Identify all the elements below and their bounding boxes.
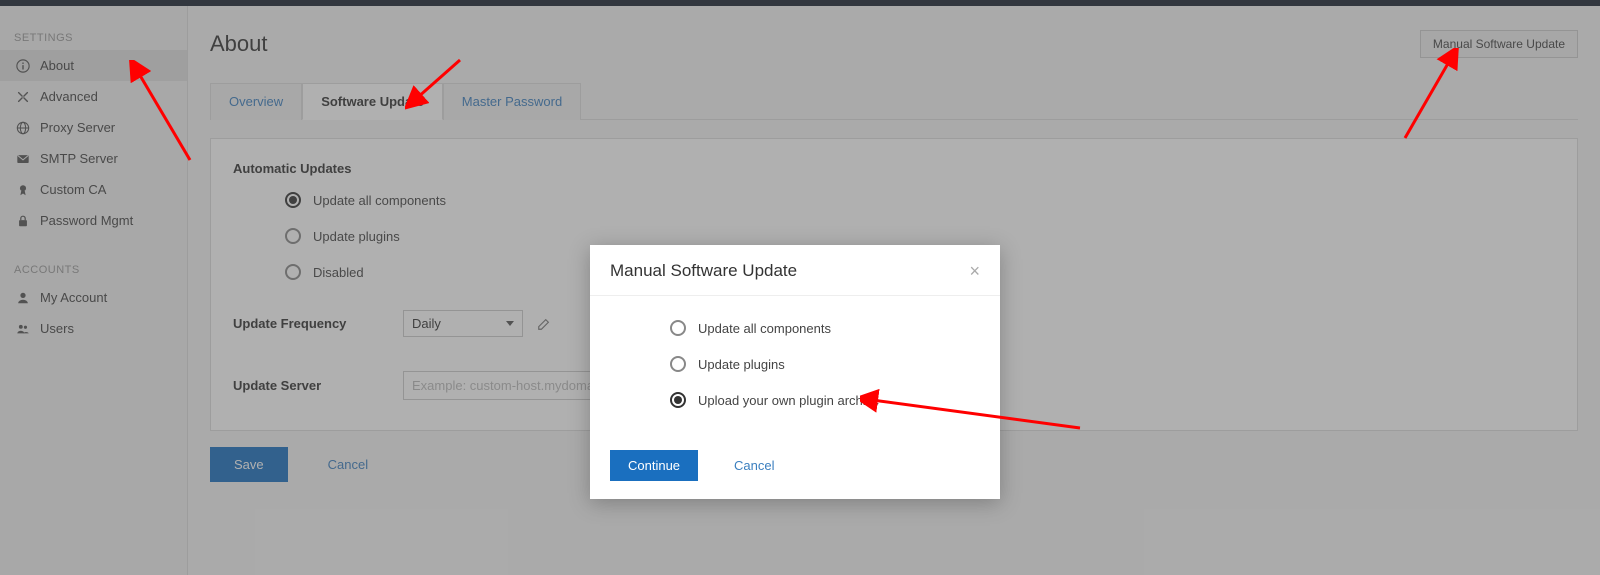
radio-label: Update plugins [698,357,785,372]
modal-close-button[interactable]: × [969,262,980,280]
modal-continue-button[interactable]: Continue [610,450,698,481]
manual-update-modal: Manual Software Update × Update all comp… [590,245,1000,499]
radio-label: Update all components [698,321,831,336]
modal-title: Manual Software Update [610,261,797,281]
radio-label: Upload your own plugin archive [698,393,879,408]
radio-icon [670,320,686,336]
modal-radio-update-all[interactable]: Update all components [670,320,980,336]
radio-icon [670,356,686,372]
radio-icon [670,392,686,408]
modal-radio-upload-archive[interactable]: Upload your own plugin archive [670,392,980,408]
modal-radio-update-plugins[interactable]: Update plugins [670,356,980,372]
modal-cancel-button[interactable]: Cancel [734,458,774,473]
